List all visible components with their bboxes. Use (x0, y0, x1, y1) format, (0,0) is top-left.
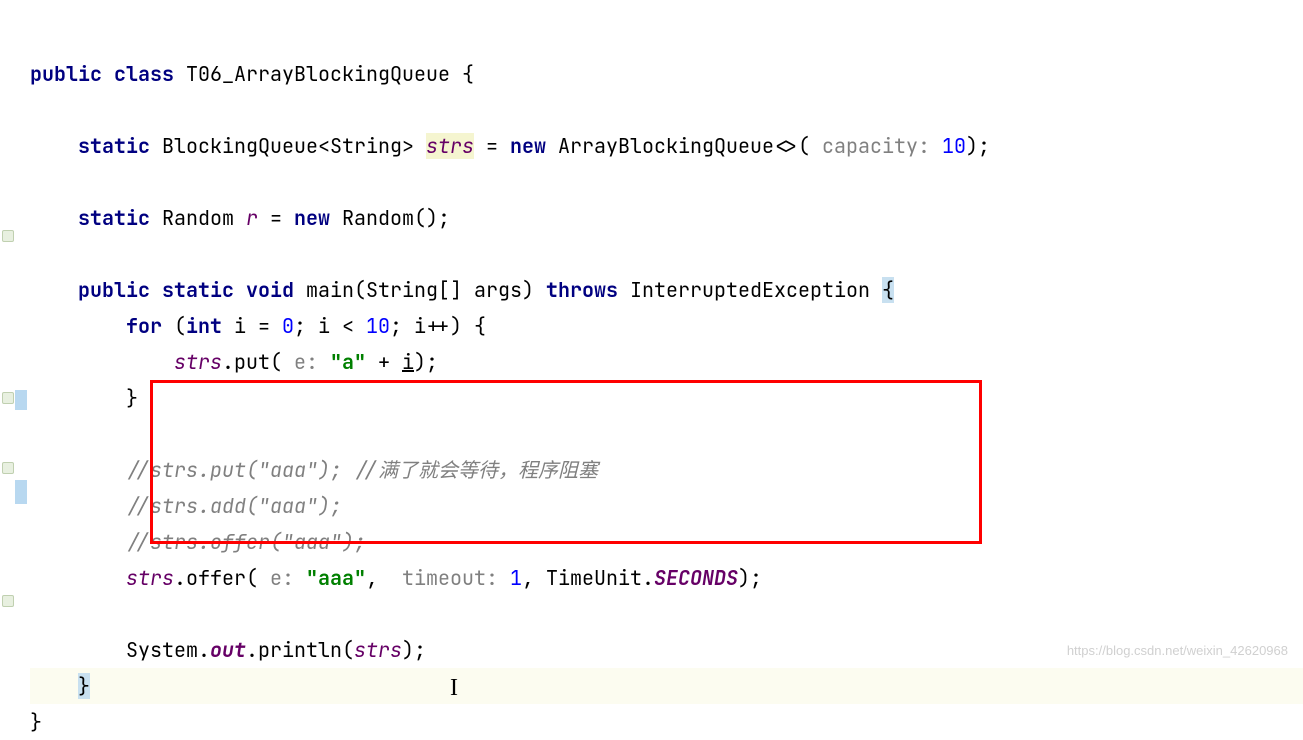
code-line: //strs.offer("aaa"); (30, 529, 366, 555)
string-literal: "aaa" (306, 565, 366, 591)
keyword-new: new (294, 205, 330, 231)
brace-open: { (462, 61, 474, 87)
field-strs: strs (174, 349, 222, 375)
fold-marker[interactable] (2, 462, 14, 474)
code-line: //strs.add("aaa"); (30, 493, 342, 519)
method-call: .put( (222, 349, 282, 375)
paren-open: ( (174, 313, 186, 339)
comment: //strs.offer("aaa"); (126, 529, 366, 555)
condition: ; i < (294, 313, 354, 339)
number-literal: 10 (942, 133, 966, 159)
close-paren: ); (738, 565, 762, 591)
field-out: out (210, 637, 246, 663)
string-literal: "a" (330, 349, 366, 375)
keyword-new: new (510, 133, 546, 159)
fold-marker[interactable] (2, 230, 14, 242)
code-line: for (int i = 0; i < 10; i++) { (30, 313, 486, 339)
code-editor[interactable]: public class T06_ArrayBlockingQueue { st… (30, 20, 1303, 740)
comma: , (366, 565, 390, 591)
keyword-static: static (78, 205, 150, 231)
brace-close: } (30, 709, 42, 735)
keyword-static: static (162, 277, 234, 303)
code-line: strs.offer( e: "aaa", timeout: 1, TimeUn… (30, 565, 762, 591)
number-literal: 10 (366, 313, 390, 339)
param-hint-capacity: capacity: (810, 133, 942, 159)
code-line: static BlockingQueue<String> strs = new … (30, 133, 990, 159)
code-line: public static void main(String[] args) t… (30, 277, 894, 303)
equals: = (270, 205, 282, 231)
keyword-for: for (126, 313, 162, 339)
watermark-text: https://blog.csdn.net/weixin_42620968 (1067, 643, 1288, 658)
comma-timeunit: , TimeUnit. (522, 565, 654, 591)
keyword-static: static (78, 133, 150, 159)
code-line: System.out.println(strs); (30, 637, 426, 663)
class-name: T06_ArrayBlockingQueue (186, 61, 450, 87)
text-cursor-icon: I (450, 670, 458, 706)
keyword-public: public (78, 277, 150, 303)
keyword-public: public (30, 61, 102, 87)
equals: = (486, 133, 498, 159)
keyword-class: class (114, 61, 174, 87)
close-paren: ); (402, 637, 426, 663)
keyword-throws: throws (546, 277, 618, 303)
caret-line: } I (30, 668, 1303, 704)
param-hint-e: e: (282, 349, 330, 375)
gutter-highlight (15, 390, 27, 410)
comment: //strs.add("aaa"); (126, 493, 342, 519)
comment: //strs.put("aaa"); //满了就会等待，程序阻塞 (126, 457, 598, 483)
method-main: main(String[] args) (306, 277, 534, 303)
init: i = (234, 313, 270, 339)
close-paren: ); (966, 133, 990, 159)
system: System. (126, 637, 210, 663)
field-strs: strs (426, 133, 474, 159)
type: Random (162, 205, 234, 231)
increment: ; i++) { (390, 313, 486, 339)
param-hint-timeout: timeout: (390, 565, 510, 591)
exception-type: InterruptedException (630, 277, 870, 303)
code-line: } (30, 385, 138, 411)
enum-seconds: SECONDS (654, 565, 738, 591)
field-strs: strs (354, 637, 402, 663)
brace-close-highlighted: } (78, 673, 90, 699)
code-line: //strs.put("aaa"); //满了就会等待，程序阻塞 (30, 457, 598, 483)
brace-open-highlighted: { (882, 277, 894, 303)
field-strs: strs (126, 565, 174, 591)
code-line: public class T06_ArrayBlockingQueue { (30, 61, 474, 87)
close-paren: ); (414, 349, 438, 375)
constructor: ArrayBlockingQueue<>( (558, 133, 810, 159)
code-line: strs.put( e: "a" + i); (30, 349, 438, 375)
param-hint-e: e: (258, 565, 306, 591)
fold-marker[interactable] (2, 392, 14, 404)
gutter-highlight (15, 480, 27, 504)
code-line: } (30, 709, 42, 735)
plus-op: + (366, 349, 402, 375)
number-literal: 0 (282, 313, 294, 339)
var-i: i (402, 349, 414, 375)
method-call: .offer( (174, 565, 258, 591)
field-r: r (246, 205, 258, 231)
editor-gutter (0, 0, 28, 668)
keyword-int: int (186, 313, 222, 339)
number-literal: 1 (510, 565, 522, 591)
constructor: Random(); (342, 205, 450, 231)
fold-marker[interactable] (2, 595, 14, 607)
brace-close: } (126, 385, 138, 411)
type: BlockingQueue<String> (162, 133, 414, 159)
code-line: static Random r = new Random(); (30, 205, 450, 231)
keyword-void: void (246, 277, 294, 303)
method-println: .println( (246, 637, 354, 663)
